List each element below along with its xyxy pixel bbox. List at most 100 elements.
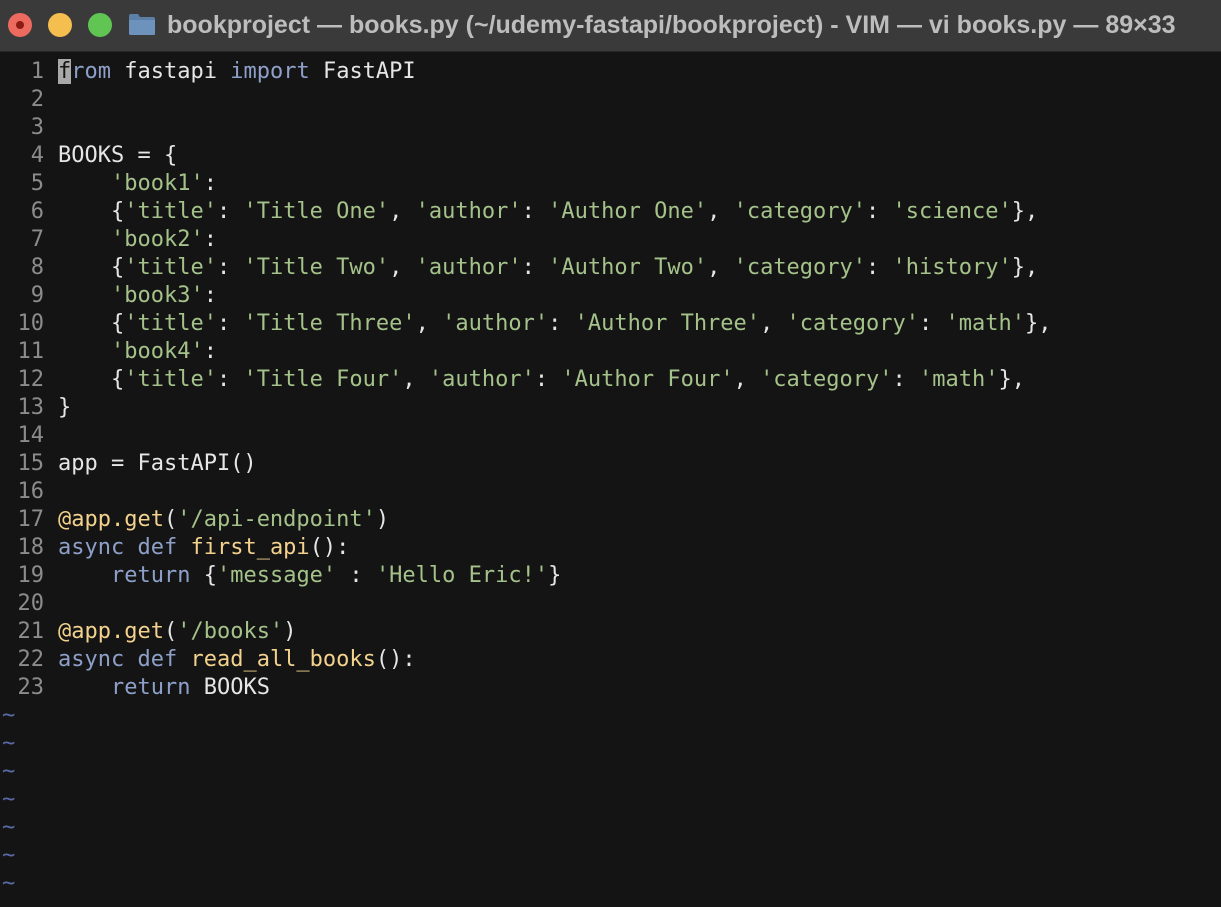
line-number: 20 [17, 591, 45, 616]
line-number: 21 [17, 619, 45, 644]
code-line[interactable]: 12 {'title': 'Title Four', 'author': 'Au… [0, 366, 1221, 394]
line-number: 6 [30, 199, 44, 224]
code-token: { [58, 311, 125, 336]
code-token: BOOKS [190, 675, 270, 700]
code-token: : [216, 255, 244, 280]
code-line[interactable]: 7 'book2': [0, 226, 1221, 254]
code-line[interactable]: 16 [0, 478, 1221, 506]
line-number: 8 [30, 255, 44, 280]
empty-buffer-line: ~ [0, 870, 1221, 898]
line-number: 22 [17, 647, 45, 672]
code-token: : [919, 311, 946, 336]
code-line[interactable]: 23 return BOOKS [0, 674, 1221, 702]
code-token: : [866, 199, 893, 224]
code-token: : [216, 199, 244, 224]
code-token: : [203, 227, 217, 252]
line-number: 15 [17, 451, 45, 476]
code-line[interactable]: 22 async def read_all_books(): [0, 646, 1221, 674]
minimize-traffic-light-icon[interactable] [48, 13, 72, 37]
code-line[interactable]: 9 'book3': [0, 282, 1221, 310]
tilde-marker: ~ [2, 815, 16, 840]
code-token: : [336, 563, 376, 588]
line-number: 9 [30, 283, 44, 308]
code-token: return [110, 563, 191, 588]
line-number: 16 [17, 479, 45, 504]
code-token: read_all_books [190, 647, 376, 672]
line-number: 18 [17, 535, 45, 560]
code-token: first_api [190, 535, 310, 560]
code-token: ( [163, 507, 178, 532]
code-token: : [203, 283, 217, 308]
code-token: ( [163, 619, 178, 644]
line-number: 23 [17, 675, 45, 700]
code-token: : [534, 367, 562, 392]
code-line[interactable]: 11 'book4': [0, 338, 1221, 366]
code-token: }, [998, 367, 1026, 392]
code-line[interactable]: 4 BOOKS = { [0, 142, 1221, 170]
code-token: { [190, 563, 217, 588]
tilde-marker: ~ [2, 787, 16, 812]
code-token: '/api-endpoint' [177, 507, 376, 532]
title-bar[interactable]: bookproject — books.py (~/udemy-fastapi/… [0, 0, 1221, 52]
code-line[interactable]: 14 [0, 422, 1221, 450]
code-line[interactable]: 17 @app.get('/api-endpoint') [0, 506, 1221, 534]
code-token: FastAPI [309, 59, 416, 84]
code-token: 'Author Two' [548, 255, 708, 280]
code-line[interactable]: 2 [0, 86, 1221, 114]
code-token: 'book3' [110, 283, 204, 308]
code-line[interactable]: 6 {'title': 'Title One', 'author': 'Auth… [0, 198, 1221, 226]
line-number: 13 [17, 395, 45, 420]
code-line[interactable]: 3 [0, 114, 1221, 142]
code-token: , [707, 199, 734, 224]
code-line[interactable]: 1 from fastapi import FastAPI [0, 58, 1221, 86]
line-number: 10 [17, 311, 45, 336]
code-token: : [892, 367, 920, 392]
code-token: import [230, 59, 310, 84]
code-token: 'book4' [110, 339, 204, 364]
code-token: app = FastAPI() [58, 451, 257, 476]
code-token: , [733, 367, 761, 392]
code-line[interactable]: 5 'book1': [0, 170, 1221, 198]
code-token: , [389, 199, 416, 224]
code-token: 'author' [415, 199, 522, 224]
code-token: , [760, 311, 787, 336]
code-line[interactable]: 10 {'title': 'Title Three', 'author': 'A… [0, 310, 1221, 338]
window-title: bookproject — books.py (~/udemy-fastapi/… [167, 11, 1176, 39]
code-line[interactable]: 21 @app.get('/books') [0, 618, 1221, 646]
code-token: 'message' [216, 563, 337, 588]
code-token: 'book2' [110, 227, 204, 252]
code-token: : [521, 255, 549, 280]
code-token: : [203, 339, 217, 364]
tilde-marker: ~ [2, 871, 16, 896]
code-line[interactable]: 19 return {'message' : 'Hello Eric!'} [0, 562, 1221, 590]
tilde-marker: ~ [2, 843, 16, 868]
line-number: 5 [30, 171, 44, 196]
code-token: '/books' [177, 619, 284, 644]
close-traffic-light-icon[interactable] [8, 13, 32, 37]
code-line[interactable]: 18 async def first_api(): [0, 534, 1221, 562]
folder-icon [129, 14, 155, 35]
code-token: 'book1' [110, 171, 204, 196]
code-line[interactable]: 15 app = FastAPI() [0, 450, 1221, 478]
code-line[interactable]: 13} [0, 394, 1221, 422]
code-token: }, [1011, 255, 1039, 280]
code-line[interactable]: 8 {'title': 'Title Two', 'author': 'Auth… [0, 254, 1221, 282]
code-token: fastapi [111, 59, 231, 84]
vim-editor[interactable]: 1 from fastapi import FastAPI 2 3 4 BOOKS = {… [0, 58, 1221, 898]
code-token: : [203, 171, 217, 196]
empty-buffer-line: ~ [0, 702, 1221, 730]
line-number: 14 [17, 423, 45, 448]
code-token: } [58, 395, 72, 420]
maximize-traffic-light-icon[interactable] [88, 13, 112, 37]
code-token: : [216, 367, 244, 392]
tilde-marker: ~ [2, 703, 16, 728]
line-number: 17 [17, 507, 45, 532]
empty-buffer-line: ~ [0, 730, 1221, 758]
code-token: ) [375, 507, 390, 532]
code-line[interactable]: 20 [0, 590, 1221, 618]
code-token: 'Title Three' [243, 311, 416, 336]
